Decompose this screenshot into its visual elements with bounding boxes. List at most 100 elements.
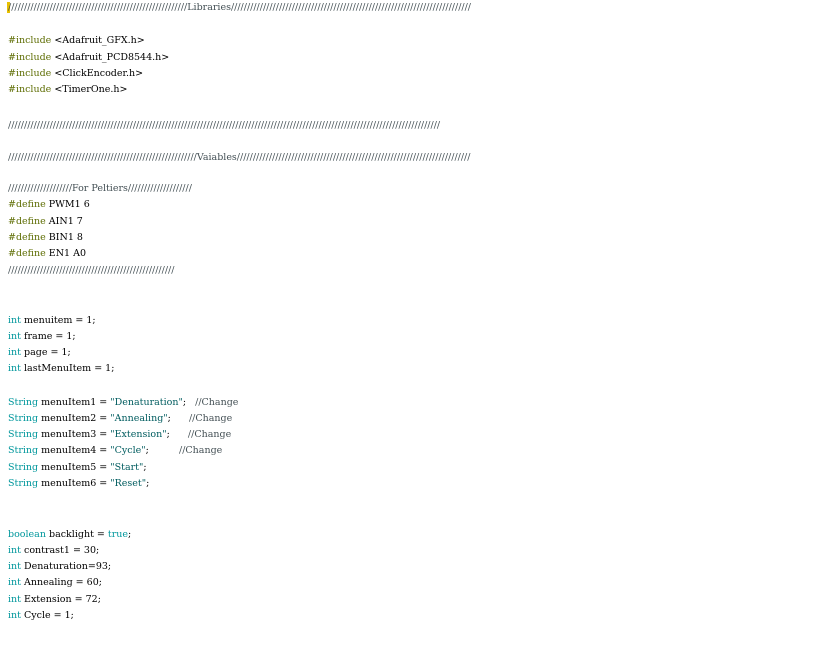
code-line[interactable]: String menuItem2 = "Annealing"; //Change [8, 411, 818, 427]
code-token-type: String [8, 397, 39, 408]
code-line[interactable]: #include <Adafruit_PCD8544.h> [8, 50, 818, 66]
code-line[interactable]: #include <Adafruit_GFX.h> [8, 33, 818, 49]
code-token-literal: true [107, 529, 129, 540]
code-token-plain: menuItem6 = [38, 478, 111, 489]
code-line[interactable]: ////////////////////////////////////////… [8, 150, 818, 166]
code-token-type: String [8, 462, 39, 473]
code-line[interactable]: int Extension = 72; [8, 592, 818, 608]
code-line[interactable]: #define PWM1 6 [8, 197, 818, 213]
code-token-plain: frame = 1; [20, 331, 76, 342]
code-token-plain: AIN1 7 [45, 216, 83, 227]
code-token-plain: menuItem4 = [38, 445, 111, 456]
code-token-plain: lastMenuItem = 1; [20, 363, 115, 374]
code-line[interactable]: String menuItem4 = "Cycle"; //Change [8, 443, 818, 459]
code-editor[interactable]: ////////////////////////////////////////… [0, 0, 818, 660]
code-token-type: String [8, 429, 39, 440]
code-token-type: String [8, 445, 39, 456]
code-token-comment: ////////////////////////////////////////… [8, 2, 471, 13]
code-token-comment: //Change [179, 445, 223, 456]
code-token-comment: ////////////////////////////////////////… [8, 152, 471, 163]
code-line[interactable]: int Cycle = 1; [8, 608, 818, 624]
code-token-comment: ////////////////////For Peltiers////////… [8, 183, 192, 194]
code-token-comment: ////////////////////////////////////////… [8, 265, 175, 276]
code-token-plain: Cycle = 1; [20, 610, 74, 621]
code-token-plain: menuItem2 = [38, 413, 111, 424]
code-token-plain: Denaturation=93; [20, 561, 112, 572]
code-line[interactable]: ////////////////////////////////////////… [8, 118, 818, 134]
code-token-type: int [8, 315, 21, 326]
code-token-type: int [8, 363, 21, 374]
code-token-plain: menuitem = 1; [20, 315, 96, 326]
code-line[interactable]: String menuItem3 = "Extension"; //Change [8, 427, 818, 443]
code-token-directive: #define [8, 232, 46, 243]
code-token-plain: ; [143, 462, 147, 473]
code-token-plain: page = 1; [20, 347, 71, 358]
code-token-directive: #include [8, 35, 52, 46]
code-token-directive: #define [8, 199, 46, 210]
code-token-type: int [8, 610, 21, 621]
code-token-plain: Extension = 72; [20, 594, 101, 605]
code-token-type: int [8, 577, 21, 588]
code-token-string: "Start" [110, 462, 144, 473]
code-token-string: "Annealing" [110, 413, 168, 424]
code-token-type: String [8, 478, 39, 489]
code-token-type: int [8, 331, 21, 342]
code-token-string: "Denaturation" [110, 397, 183, 408]
code-token-string: "Extension" [110, 429, 167, 440]
code-token-plain: backlight = [45, 529, 108, 540]
code-token-plain: <Adafruit_PCD8544.h> [51, 52, 170, 63]
code-line[interactable]: int frame = 1; [8, 329, 818, 345]
code-token-plain: menuItem3 = [38, 429, 111, 440]
code-line[interactable]: int Denaturation=93; [8, 559, 818, 575]
code-line[interactable]: int page = 1; [8, 345, 818, 361]
code-token-type: boolean [8, 529, 46, 540]
code-line[interactable]: ////////////////////For Peltiers////////… [8, 181, 818, 197]
code-token-comment: //Change [187, 429, 232, 440]
code-token-plain: ; [128, 529, 132, 540]
code-token-type: int [8, 561, 21, 572]
code-line[interactable]: ////////////////////////////////////////… [8, 0, 818, 16]
code-token-plain: <ClickEncoder.h> [51, 68, 144, 79]
code-token-type: int [8, 545, 21, 556]
code-line[interactable]: #include <TimerOne.h> [8, 82, 818, 98]
code-line[interactable]: int contrast1 = 30; [8, 543, 818, 559]
code-line[interactable]: int menuitem = 1; [8, 313, 818, 329]
code-line[interactable]: int Annealing = 60; [8, 575, 818, 591]
code-token-type: String [8, 413, 39, 424]
code-line[interactable]: String menuItem1 = "Denaturation"; //Cha… [8, 395, 818, 411]
code-token-plain: EN1 A0 [45, 248, 86, 259]
code-line[interactable]: ////////////////////////////////////////… [8, 263, 818, 279]
code-token-plain: ; [146, 478, 150, 489]
code-token-plain: BIN1 8 [45, 232, 83, 243]
code-line[interactable]: int lastMenuItem = 1; [8, 361, 818, 377]
code-token-type: int [8, 347, 21, 358]
code-line[interactable]: #define BIN1 8 [8, 230, 818, 246]
code-token-directive: #include [8, 52, 52, 63]
code-token-directive: #include [8, 84, 52, 95]
code-line[interactable]: String menuItem6 = "Reset"; [8, 476, 818, 492]
code-token-comment: ////////////////////////////////////////… [8, 120, 441, 131]
code-token-string: "Reset" [110, 478, 147, 489]
code-line[interactable]: boolean backlight = true; [8, 527, 818, 543]
code-token-type: int [8, 594, 21, 605]
code-line[interactable]: String menuItem5 = "Start"; [8, 460, 818, 476]
code-line[interactable]: #define EN1 A0 [8, 246, 818, 262]
code-token-plain: menuItem5 = [38, 462, 111, 473]
code-token-plain: PWM1 6 [45, 199, 90, 210]
code-token-plain: <TimerOne.h> [51, 84, 128, 95]
code-line[interactable]: #include <ClickEncoder.h> [8, 66, 818, 82]
code-token-plain: contrast1 = 30; [20, 545, 100, 556]
code-token-directive: #include [8, 68, 52, 79]
code-token-directive: #define [8, 216, 46, 227]
code-token-plain: menuItem1 = [38, 397, 111, 408]
code-token-comment: //Change [195, 397, 239, 408]
code-line[interactable]: #define AIN1 7 [8, 214, 818, 230]
code-token-plain: Annealing = 60; [20, 577, 102, 588]
code-token-comment: //Change [188, 413, 233, 424]
code-token-plain: <Adafruit_GFX.h> [51, 35, 145, 46]
code-token-directive: #define [8, 248, 46, 259]
